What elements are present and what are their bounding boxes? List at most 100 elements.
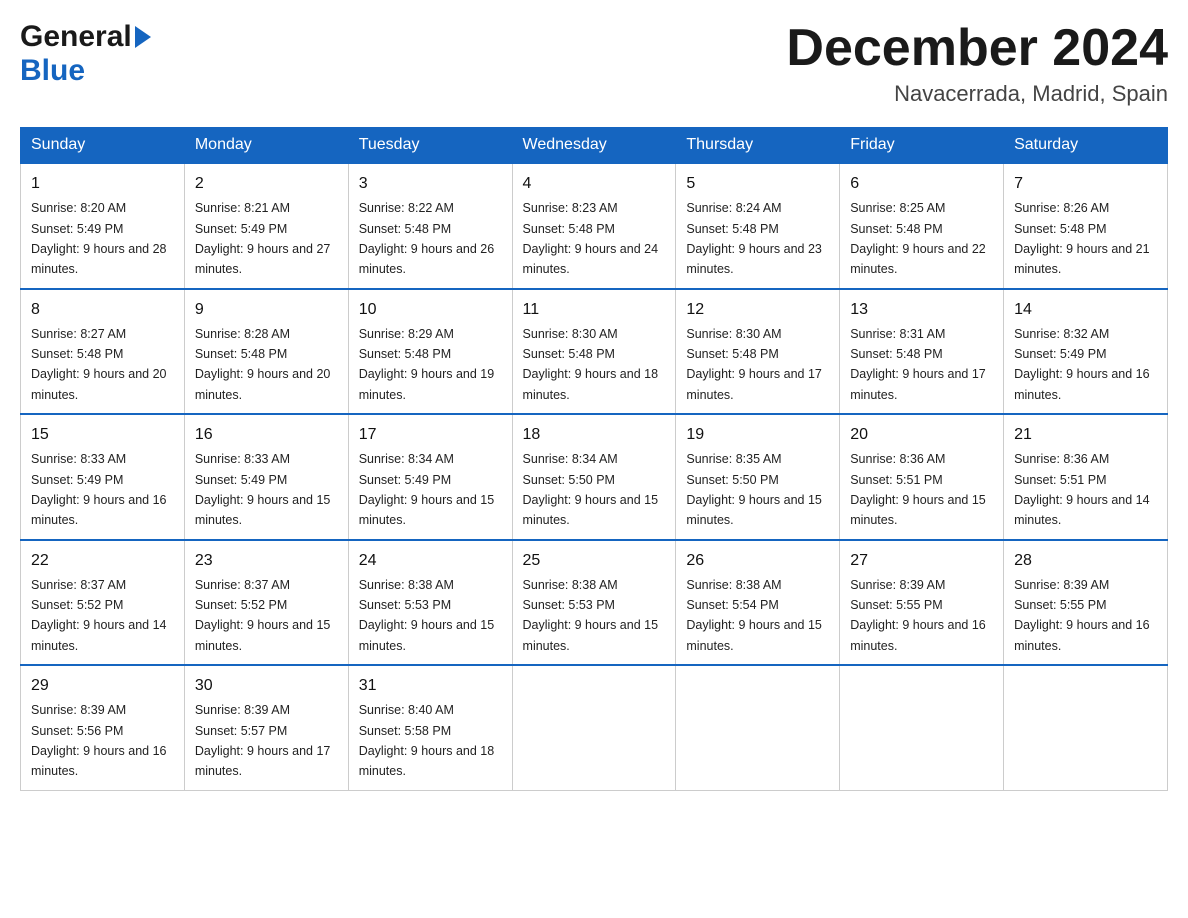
page-header: General Blue December 2024 Navacerrada, …	[20, 20, 1168, 107]
day-number: 19	[686, 423, 829, 447]
day-info: Sunrise: 8:38 AMSunset: 5:54 PMDaylight:…	[686, 578, 822, 653]
logo: General Blue	[20, 20, 151, 88]
calendar-cell: 21 Sunrise: 8:36 AMSunset: 5:51 PMDaylig…	[1004, 414, 1168, 540]
calendar-cell: 22 Sunrise: 8:37 AMSunset: 5:52 PMDaylig…	[21, 540, 185, 666]
calendar-cell: 3 Sunrise: 8:22 AMSunset: 5:48 PMDayligh…	[348, 163, 512, 289]
day-number: 1	[31, 172, 174, 196]
calendar-cell: 16 Sunrise: 8:33 AMSunset: 5:49 PMDaylig…	[184, 414, 348, 540]
day-info: Sunrise: 8:25 AMSunset: 5:48 PMDaylight:…	[850, 201, 986, 276]
day-number: 16	[195, 423, 338, 447]
day-info: Sunrise: 8:33 AMSunset: 5:49 PMDaylight:…	[195, 452, 331, 527]
day-number: 14	[1014, 298, 1157, 322]
day-header-saturday: Saturday	[1004, 128, 1168, 164]
day-info: Sunrise: 8:38 AMSunset: 5:53 PMDaylight:…	[523, 578, 659, 653]
day-info: Sunrise: 8:37 AMSunset: 5:52 PMDaylight:…	[31, 578, 167, 653]
day-info: Sunrise: 8:29 AMSunset: 5:48 PMDaylight:…	[359, 327, 495, 402]
calendar-cell: 13 Sunrise: 8:31 AMSunset: 5:48 PMDaylig…	[840, 289, 1004, 415]
calendar-cell: 19 Sunrise: 8:35 AMSunset: 5:50 PMDaylig…	[676, 414, 840, 540]
day-number: 20	[850, 423, 993, 447]
calendar-cell: 15 Sunrise: 8:33 AMSunset: 5:49 PMDaylig…	[21, 414, 185, 540]
calendar-cell	[840, 665, 1004, 790]
calendar-cell: 27 Sunrise: 8:39 AMSunset: 5:55 PMDaylig…	[840, 540, 1004, 666]
calendar-cell: 10 Sunrise: 8:29 AMSunset: 5:48 PMDaylig…	[348, 289, 512, 415]
day-info: Sunrise: 8:28 AMSunset: 5:48 PMDaylight:…	[195, 327, 331, 402]
month-title: December 2024	[786, 20, 1168, 77]
day-number: 23	[195, 549, 338, 573]
day-header-tuesday: Tuesday	[348, 128, 512, 164]
day-info: Sunrise: 8:40 AMSunset: 5:58 PMDaylight:…	[359, 703, 495, 778]
calendar-cell: 24 Sunrise: 8:38 AMSunset: 5:53 PMDaylig…	[348, 540, 512, 666]
calendar-cell: 28 Sunrise: 8:39 AMSunset: 5:55 PMDaylig…	[1004, 540, 1168, 666]
calendar-cell: 12 Sunrise: 8:30 AMSunset: 5:48 PMDaylig…	[676, 289, 840, 415]
calendar-cell: 14 Sunrise: 8:32 AMSunset: 5:49 PMDaylig…	[1004, 289, 1168, 415]
logo-blue-text: Blue	[20, 54, 85, 87]
day-header-sunday: Sunday	[21, 128, 185, 164]
day-info: Sunrise: 8:34 AMSunset: 5:50 PMDaylight:…	[523, 452, 659, 527]
day-header-wednesday: Wednesday	[512, 128, 676, 164]
calendar-cell: 1 Sunrise: 8:20 AMSunset: 5:49 PMDayligh…	[21, 163, 185, 289]
calendar-cell: 26 Sunrise: 8:38 AMSunset: 5:54 PMDaylig…	[676, 540, 840, 666]
calendar-cell: 30 Sunrise: 8:39 AMSunset: 5:57 PMDaylig…	[184, 665, 348, 790]
day-info: Sunrise: 8:35 AMSunset: 5:50 PMDaylight:…	[686, 452, 822, 527]
calendar-cell: 23 Sunrise: 8:37 AMSunset: 5:52 PMDaylig…	[184, 540, 348, 666]
calendar-cell	[1004, 665, 1168, 790]
logo-general-text: General	[20, 20, 132, 54]
day-header-thursday: Thursday	[676, 128, 840, 164]
day-info: Sunrise: 8:33 AMSunset: 5:49 PMDaylight:…	[31, 452, 167, 527]
day-info: Sunrise: 8:39 AMSunset: 5:57 PMDaylight:…	[195, 703, 331, 778]
day-header-friday: Friday	[840, 128, 1004, 164]
calendar-cell: 6 Sunrise: 8:25 AMSunset: 5:48 PMDayligh…	[840, 163, 1004, 289]
day-number: 30	[195, 674, 338, 698]
calendar-cell: 20 Sunrise: 8:36 AMSunset: 5:51 PMDaylig…	[840, 414, 1004, 540]
day-number: 15	[31, 423, 174, 447]
calendar-cell: 7 Sunrise: 8:26 AMSunset: 5:48 PMDayligh…	[1004, 163, 1168, 289]
day-info: Sunrise: 8:26 AMSunset: 5:48 PMDaylight:…	[1014, 201, 1150, 276]
location-title: Navacerrada, Madrid, Spain	[786, 81, 1168, 107]
calendar-cell: 29 Sunrise: 8:39 AMSunset: 5:56 PMDaylig…	[21, 665, 185, 790]
day-number: 22	[31, 549, 174, 573]
day-info: Sunrise: 8:34 AMSunset: 5:49 PMDaylight:…	[359, 452, 495, 527]
day-number: 5	[686, 172, 829, 196]
day-number: 24	[359, 549, 502, 573]
day-info: Sunrise: 8:37 AMSunset: 5:52 PMDaylight:…	[195, 578, 331, 653]
calendar-cell: 8 Sunrise: 8:27 AMSunset: 5:48 PMDayligh…	[21, 289, 185, 415]
calendar-cell: 11 Sunrise: 8:30 AMSunset: 5:48 PMDaylig…	[512, 289, 676, 415]
calendar-cell: 18 Sunrise: 8:34 AMSunset: 5:50 PMDaylig…	[512, 414, 676, 540]
day-info: Sunrise: 8:27 AMSunset: 5:48 PMDaylight:…	[31, 327, 167, 402]
day-number: 8	[31, 298, 174, 322]
calendar-cell: 31 Sunrise: 8:40 AMSunset: 5:58 PMDaylig…	[348, 665, 512, 790]
day-number: 11	[523, 298, 666, 322]
day-number: 21	[1014, 423, 1157, 447]
day-info: Sunrise: 8:20 AMSunset: 5:49 PMDaylight:…	[31, 201, 167, 276]
day-number: 6	[850, 172, 993, 196]
day-number: 13	[850, 298, 993, 322]
day-number: 29	[31, 674, 174, 698]
calendar-cell: 2 Sunrise: 8:21 AMSunset: 5:49 PMDayligh…	[184, 163, 348, 289]
day-header-monday: Monday	[184, 128, 348, 164]
title-block: December 2024 Navacerrada, Madrid, Spain	[786, 20, 1168, 107]
calendar-cell	[676, 665, 840, 790]
day-info: Sunrise: 8:39 AMSunset: 5:56 PMDaylight:…	[31, 703, 167, 778]
day-number: 31	[359, 674, 502, 698]
day-number: 27	[850, 549, 993, 573]
day-info: Sunrise: 8:38 AMSunset: 5:53 PMDaylight:…	[359, 578, 495, 653]
day-number: 18	[523, 423, 666, 447]
logo-arrow-icon	[135, 26, 151, 48]
day-info: Sunrise: 8:24 AMSunset: 5:48 PMDaylight:…	[686, 201, 822, 276]
day-number: 10	[359, 298, 502, 322]
day-info: Sunrise: 8:36 AMSunset: 5:51 PMDaylight:…	[850, 452, 986, 527]
day-info: Sunrise: 8:31 AMSunset: 5:48 PMDaylight:…	[850, 327, 986, 402]
calendar-cell	[512, 665, 676, 790]
calendar-cell: 9 Sunrise: 8:28 AMSunset: 5:48 PMDayligh…	[184, 289, 348, 415]
day-number: 17	[359, 423, 502, 447]
calendar-cell: 5 Sunrise: 8:24 AMSunset: 5:48 PMDayligh…	[676, 163, 840, 289]
calendar-cell: 17 Sunrise: 8:34 AMSunset: 5:49 PMDaylig…	[348, 414, 512, 540]
day-number: 3	[359, 172, 502, 196]
day-number: 28	[1014, 549, 1157, 573]
day-info: Sunrise: 8:21 AMSunset: 5:49 PMDaylight:…	[195, 201, 331, 276]
calendar-cell: 25 Sunrise: 8:38 AMSunset: 5:53 PMDaylig…	[512, 540, 676, 666]
day-info: Sunrise: 8:39 AMSunset: 5:55 PMDaylight:…	[1014, 578, 1150, 653]
day-number: 12	[686, 298, 829, 322]
day-number: 26	[686, 549, 829, 573]
day-number: 4	[523, 172, 666, 196]
